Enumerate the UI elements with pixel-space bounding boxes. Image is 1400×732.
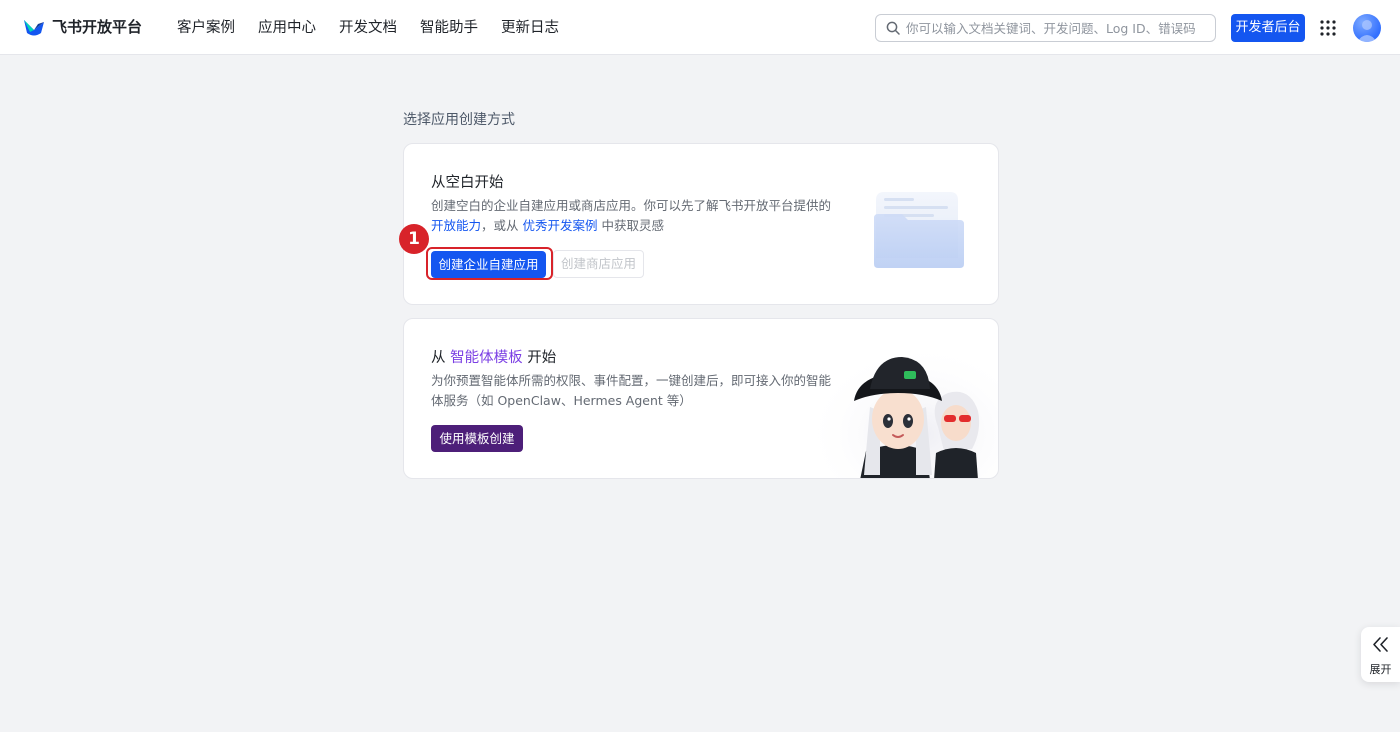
create-from-blank-card: 从空白开始 创建空白的企业自建应用或商店应用。你可以先了解飞书开放平台提供的 开… xyxy=(403,143,999,305)
app-grid-icon[interactable] xyxy=(1320,20,1336,36)
search-icon xyxy=(886,21,900,35)
desc-text-pre: 创建空白的企业自建应用或商店应用。你可以先了解飞书开放平台提供的 xyxy=(431,198,832,213)
feishu-logo-icon xyxy=(24,20,44,36)
nav-item-customer-cases[interactable]: 客户案例 xyxy=(177,17,235,39)
desc-text-post: 中获取灵感 xyxy=(597,218,664,233)
user-silhouette-icon xyxy=(1357,20,1377,42)
use-template-button[interactable]: 使用模板创建 xyxy=(431,425,523,452)
create-store-app-button[interactable]: 创建商店应用 xyxy=(553,250,644,278)
desc-text-mid: ，或从 xyxy=(481,218,523,233)
card-title-template: 从 智能体模板 开始 xyxy=(431,347,556,369)
brand-name: 飞书开放平台 xyxy=(52,18,143,36)
title-post: 开始 xyxy=(522,350,557,366)
nav-item-assistant[interactable]: 智能助手 xyxy=(420,17,478,39)
nav-item-changelog[interactable]: 更新日志 xyxy=(501,17,559,39)
expand-label: 展开 xyxy=(1369,663,1392,676)
title-pre: 从 xyxy=(431,350,451,366)
card-desc-blank: 创建空白的企业自建应用或商店应用。你可以先了解飞书开放平台提供的 开放能力，或从… xyxy=(431,196,836,236)
agent-characters-illustration xyxy=(804,327,998,478)
create-custom-app-button[interactable]: 创建企业自建应用 xyxy=(431,251,546,278)
title-highlight: 智能体模板 xyxy=(450,350,523,366)
card-title-blank: 从空白开始 xyxy=(431,175,504,191)
open-capability-link[interactable]: 开放能力 xyxy=(431,218,481,233)
main-nav: 客户案例 应用中心 开发文档 智能助手 更新日志 xyxy=(177,17,582,39)
brand-logo[interactable]: 飞书开放平台 xyxy=(22,16,142,38)
search-box[interactable] xyxy=(875,14,1216,42)
top-header: 飞书开放平台 客户案例 应用中心 开发文档 智能助手 更新日志 开发者后台 xyxy=(0,0,1400,55)
nav-item-app-center[interactable]: 应用中心 xyxy=(258,17,316,39)
user-avatar[interactable] xyxy=(1353,14,1381,42)
dev-cases-link[interactable]: 优秀开发案例 xyxy=(523,218,598,233)
search-input[interactable] xyxy=(906,18,1206,38)
card-desc-template: 为你预置智能体所需的权限、事件配置，一键创建后，即可接入你的智能体服务（如 Op… xyxy=(431,373,832,408)
section-title: 选择应用创建方式 xyxy=(403,112,515,128)
developer-console-button[interactable]: 开发者后台 xyxy=(1231,14,1305,42)
expand-side-tab[interactable]: 展开 xyxy=(1361,627,1400,682)
nav-item-dev-docs[interactable]: 开发文档 xyxy=(339,17,397,39)
annotation-step-badge: 1 xyxy=(399,224,429,254)
create-from-template-card: 从 智能体模板 开始 为你预置智能体所需的权限、事件配置，一键创建后，即可接入你… xyxy=(403,318,999,479)
double-chevron-left-icon xyxy=(1373,637,1388,652)
folder-illustration xyxy=(874,192,964,268)
